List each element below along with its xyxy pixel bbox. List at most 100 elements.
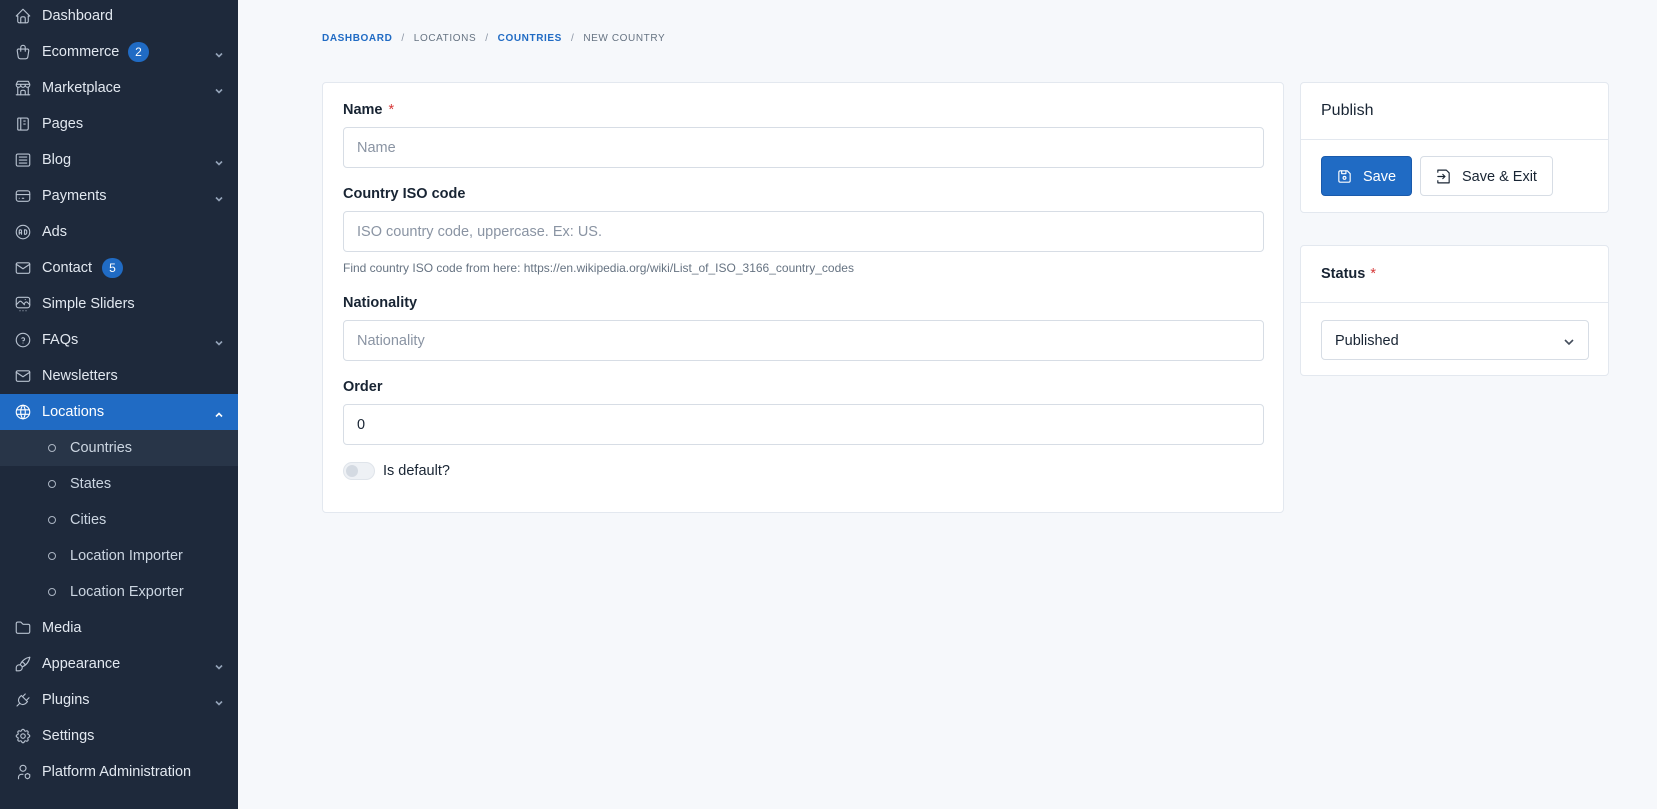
settings-icon — [14, 727, 32, 745]
sidebar-item-label: Platform Administration — [42, 764, 192, 780]
sidebar-item-settings[interactable]: Settings — [0, 718, 238, 754]
globe-icon — [14, 403, 32, 421]
sidebar-item-faqs[interactable]: FAQs — [0, 322, 238, 358]
sidebar-item-label: FAQs — [42, 332, 79, 348]
credit-card-icon — [14, 187, 32, 205]
notebook-icon — [14, 115, 32, 133]
status-card-header: Status * — [1301, 246, 1608, 303]
required-marker: * — [388, 102, 395, 118]
required-marker: * — [1370, 266, 1376, 282]
status-title: Status * — [1321, 266, 1376, 282]
home-icon — [14, 7, 32, 25]
sidebar-item-label: Media — [42, 620, 82, 636]
name-input[interactable] — [343, 127, 1264, 168]
sidebar-item-ecommerce[interactable]: Ecommerce 2 — [0, 34, 238, 70]
device-floppy-icon — [1336, 168, 1353, 185]
bullet-icon — [48, 480, 56, 488]
iso-code-label: Country ISO code — [343, 186, 466, 202]
sidebar-item-newsletters[interactable]: Newsletters — [0, 358, 238, 394]
slideshow-icon — [14, 295, 32, 313]
sidebar-item-label: Locations — [42, 404, 105, 420]
sidebar-item-label: Plugins — [42, 692, 90, 708]
bullet-icon — [48, 444, 56, 452]
breadcrumb-locations: Locations — [413, 33, 477, 44]
iso-code-input[interactable] — [343, 211, 1264, 252]
folder-icon — [14, 619, 32, 637]
store-icon — [14, 79, 32, 97]
sidebar-item-label: Ads — [42, 224, 67, 240]
sidebar-subitem-label: Cities — [70, 512, 107, 528]
save-and-exit-button-label: Save & Exit — [1462, 169, 1537, 185]
transfer-in-icon — [1435, 168, 1452, 185]
sidebar-item-simple-sliders[interactable]: Simple Sliders — [0, 286, 238, 322]
article-icon — [14, 151, 32, 169]
sidebar-subitem-location-exporter[interactable]: Location Exporter — [0, 574, 238, 610]
sidebar-item-contact[interactable]: Contact 5 — [0, 250, 238, 286]
save-and-exit-button[interactable]: Save & Exit — [1420, 156, 1553, 196]
sidebar-subitem-countries[interactable]: Countries — [0, 430, 238, 466]
sidebar-item-dashboard[interactable]: Dashboard — [0, 0, 238, 34]
sidebar-subitem-label: States — [70, 476, 112, 492]
breadcrumb-separator: / — [401, 33, 405, 44]
sidebar-item-blog[interactable]: Blog — [0, 142, 238, 178]
status-select[interactable]: Published — [1321, 320, 1589, 360]
bullet-icon — [48, 552, 56, 560]
sidebar-item-plugins[interactable]: Plugins — [0, 682, 238, 718]
sidebar-item-media[interactable]: Media — [0, 610, 238, 646]
sidebar-item-ads[interactable]: Ads — [0, 214, 238, 250]
sidebar-item-pages[interactable]: Pages — [0, 106, 238, 142]
breadcrumb-countries[interactable]: Countries — [498, 33, 562, 44]
sidebar-item-appearance[interactable]: Appearance — [0, 646, 238, 682]
name-label: Name * — [343, 102, 394, 118]
publish-title: Publish — [1321, 102, 1374, 119]
sidebar-subitem-label: Location Importer — [70, 548, 183, 564]
sidebar-item-label: Ecommerce — [42, 44, 120, 60]
status-selected-value: Published — [1335, 333, 1399, 349]
chevron-down-icon — [214, 336, 224, 346]
sidebar-item-label: Appearance — [42, 656, 121, 672]
status-title-text: Status — [1321, 266, 1366, 282]
name-label-text: Name — [343, 102, 383, 118]
sidebar-subitem-label: Countries — [70, 440, 133, 456]
mail-opened-icon — [14, 367, 32, 385]
help-circle-icon — [14, 331, 32, 349]
save-button-label: Save — [1363, 169, 1397, 185]
sidebar-item-label: Marketplace — [42, 80, 121, 96]
order-input[interactable] — [343, 404, 1264, 445]
user-shield-icon — [14, 763, 32, 781]
breadcrumb-dashboard[interactable]: Dashboard — [322, 33, 392, 44]
is-default-label: Is default? — [383, 463, 450, 479]
sidebar-item-label: Dashboard — [42, 8, 113, 24]
save-button[interactable]: Save — [1321, 156, 1412, 196]
status-card: Status * Published — [1300, 245, 1609, 376]
nationality-label: Nationality — [343, 295, 418, 311]
nationality-input[interactable] — [343, 320, 1264, 361]
sidebar-item-label: Contact — [42, 260, 92, 276]
sidebar-item-label: Pages — [42, 116, 84, 132]
sidebar-item-label: Payments — [42, 188, 107, 204]
sidebar-item-locations[interactable]: Locations — [0, 394, 238, 430]
ad-circle-icon — [14, 223, 32, 241]
is-default-toggle[interactable] — [343, 462, 375, 480]
sidebar-item-label: Blog — [42, 152, 72, 168]
bullet-icon — [48, 588, 56, 596]
notification-badge: 5 — [102, 258, 123, 278]
sidebar: Dashboard Ecommerce 2 Marketplace Pages … — [0, 0, 238, 809]
country-form-card: Name * Country ISO code Find country ISO … — [322, 82, 1284, 513]
iso-code-hint: Find country ISO code from here: https:/… — [343, 261, 854, 275]
chevron-down-icon — [214, 84, 224, 94]
order-label: Order — [343, 379, 383, 395]
breadcrumb-current: New country — [583, 33, 666, 44]
sidebar-subitem-location-importer[interactable]: Location Importer — [0, 538, 238, 574]
breadcrumb-separator: / — [485, 33, 489, 44]
sidebar-item-marketplace[interactable]: Marketplace — [0, 70, 238, 106]
sidebar-subitem-states[interactable]: States — [0, 466, 238, 502]
sidebar-item-label: Settings — [42, 728, 95, 744]
sidebar-item-platform-administration[interactable]: Platform Administration — [0, 754, 238, 790]
plug-icon — [14, 691, 32, 709]
shopping-bag-icon — [14, 43, 32, 61]
chevron-down-icon — [214, 696, 224, 706]
chevron-up-icon — [214, 408, 224, 418]
sidebar-item-payments[interactable]: Payments — [0, 178, 238, 214]
sidebar-subitem-cities[interactable]: Cities — [0, 502, 238, 538]
